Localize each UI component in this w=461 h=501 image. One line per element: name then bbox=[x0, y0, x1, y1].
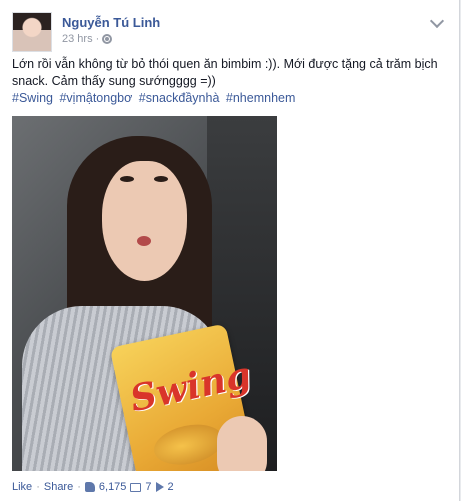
snack-brand-logo: Swing bbox=[126, 353, 255, 421]
photo-eye bbox=[120, 176, 134, 182]
photo-hand bbox=[217, 416, 267, 471]
action-separator: · bbox=[77, 481, 81, 493]
hashtag-link[interactable]: #vịmậtongbơ bbox=[59, 91, 132, 105]
avatar[interactable] bbox=[12, 12, 52, 52]
hashtag-list: #Swing #vịmậtongbơ #snackđầynhà #nhemnhe… bbox=[12, 90, 442, 107]
meta-separator: · bbox=[95, 33, 100, 45]
shares-count[interactable]: 2 bbox=[168, 481, 174, 493]
post-text: Lớn rồi vẫn không từ bỏ thói quen ăn bim… bbox=[12, 57, 438, 88]
chevron-down-icon[interactable] bbox=[429, 13, 445, 29]
post-time[interactable]: 23 hrs bbox=[62, 33, 93, 45]
like-icon[interactable] bbox=[84, 482, 95, 492]
comments-count[interactable]: 7 bbox=[145, 481, 151, 493]
share-button[interactable]: Share bbox=[44, 481, 73, 493]
hashtag-link[interactable]: #nhemnhem bbox=[226, 91, 296, 105]
post-header: Nguyễn Tú Linh 23 hrs · bbox=[12, 12, 452, 52]
comment-icon[interactable] bbox=[130, 482, 142, 492]
photo-eye bbox=[154, 176, 168, 182]
post-actions: Like · Share · 6,175 7 2 bbox=[12, 481, 174, 493]
post-photo[interactable]: Swing bbox=[12, 116, 277, 471]
likes-count[interactable]: 6,175 bbox=[99, 481, 127, 493]
snack-chips-image bbox=[150, 418, 227, 471]
hashtag-link[interactable]: #Swing bbox=[12, 91, 53, 105]
action-separator: · bbox=[36, 481, 40, 493]
photo-mouth bbox=[137, 236, 151, 246]
post-meta: 23 hrs · bbox=[62, 33, 113, 45]
share-icon[interactable] bbox=[155, 482, 164, 492]
hashtag-link[interactable]: #snackđầynhà bbox=[139, 91, 220, 105]
author-name[interactable]: Nguyễn Tú Linh bbox=[62, 15, 160, 30]
post-card: Nguyễn Tú Linh 23 hrs · Lớn rồi vẫn khôn… bbox=[0, 0, 460, 501]
like-button[interactable]: Like bbox=[12, 481, 32, 493]
globe-icon[interactable] bbox=[102, 34, 113, 44]
photo-face bbox=[102, 161, 187, 281]
